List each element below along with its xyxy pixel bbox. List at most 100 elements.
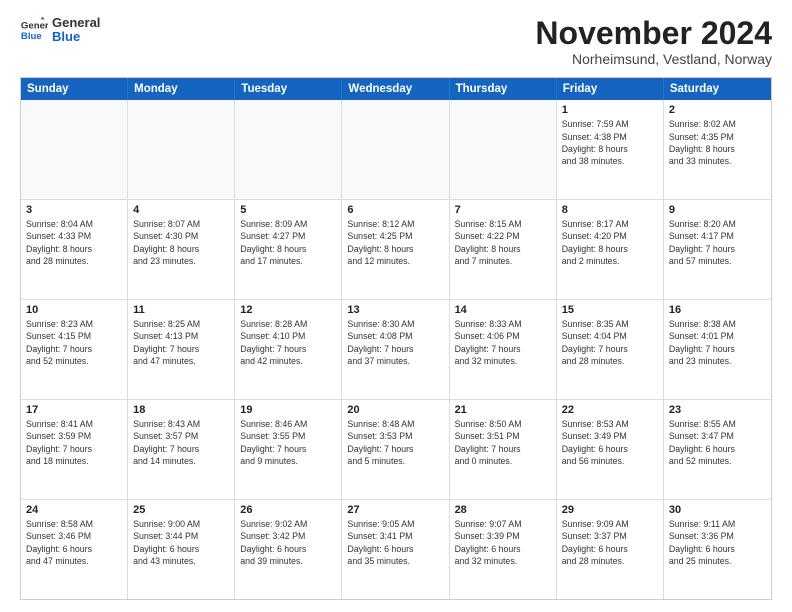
day-number: 2 xyxy=(669,104,766,116)
cell-line: Daylight: 7 hours xyxy=(562,343,658,355)
day-number: 28 xyxy=(455,504,551,516)
cell-line: Daylight: 8 hours xyxy=(455,243,551,255)
cell-line: and 23 minutes. xyxy=(669,355,766,367)
cell-line: Sunrise: 8:55 AM xyxy=(669,418,766,430)
day-number: 4 xyxy=(133,204,229,216)
weekday-header-friday: Friday xyxy=(557,78,664,100)
cal-cell-28: 28Sunrise: 9:07 AMSunset: 3:39 PMDayligh… xyxy=(450,500,557,599)
cell-line: Sunset: 4:25 PM xyxy=(347,230,443,242)
cal-cell-24: 24Sunrise: 8:58 AMSunset: 3:46 PMDayligh… xyxy=(21,500,128,599)
day-number: 6 xyxy=(347,204,443,216)
cal-cell-3: 3Sunrise: 8:04 AMSunset: 4:33 PMDaylight… xyxy=(21,200,128,299)
cell-line: Sunset: 3:59 PM xyxy=(26,430,122,442)
weekday-header-saturday: Saturday xyxy=(664,78,771,100)
day-number: 24 xyxy=(26,504,122,516)
logo-blue: Blue xyxy=(52,30,100,44)
cell-line: Daylight: 8 hours xyxy=(26,243,122,255)
cell-line: Daylight: 6 hours xyxy=(669,443,766,455)
cell-line: Sunset: 4:33 PM xyxy=(26,230,122,242)
cal-cell-20: 20Sunrise: 8:48 AMSunset: 3:53 PMDayligh… xyxy=(342,400,449,499)
cell-line: and 25 minutes. xyxy=(669,555,766,567)
day-number: 9 xyxy=(669,204,766,216)
cell-line: Sunset: 4:04 PM xyxy=(562,330,658,342)
logo-icon: General Blue xyxy=(20,16,48,44)
logo-text: General Blue xyxy=(52,16,100,45)
calendar-body: 1Sunrise: 7:59 AMSunset: 4:38 PMDaylight… xyxy=(21,100,771,599)
cell-line: Sunrise: 8:53 AM xyxy=(562,418,658,430)
cell-line: Sunrise: 9:11 AM xyxy=(669,518,766,530)
week-row-3: 10Sunrise: 8:23 AMSunset: 4:15 PMDayligh… xyxy=(21,300,771,400)
cal-cell-empty-0-3 xyxy=(342,100,449,199)
cell-line: and 14 minutes. xyxy=(133,455,229,467)
cell-line: Sunrise: 8:33 AM xyxy=(455,318,551,330)
cell-line: and 37 minutes. xyxy=(347,355,443,367)
calendar: SundayMondayTuesdayWednesdayThursdayFrid… xyxy=(20,77,772,600)
cal-cell-empty-0-4 xyxy=(450,100,557,199)
day-number: 5 xyxy=(240,204,336,216)
cal-cell-29: 29Sunrise: 9:09 AMSunset: 3:37 PMDayligh… xyxy=(557,500,664,599)
cell-line: Sunset: 3:55 PM xyxy=(240,430,336,442)
cell-line: Sunrise: 8:50 AM xyxy=(455,418,551,430)
cell-line: Sunrise: 8:35 AM xyxy=(562,318,658,330)
month-year: November 2024 xyxy=(535,16,772,51)
cell-line: Sunrise: 8:48 AM xyxy=(347,418,443,430)
cell-line: and 2 minutes. xyxy=(562,255,658,267)
day-number: 29 xyxy=(562,504,658,516)
day-number: 26 xyxy=(240,504,336,516)
calendar-header: SundayMondayTuesdayWednesdayThursdayFrid… xyxy=(21,78,771,100)
logo-general: General xyxy=(52,16,100,30)
cell-line: Sunset: 4:30 PM xyxy=(133,230,229,242)
cell-line: Sunrise: 8:15 AM xyxy=(455,218,551,230)
weekday-header-thursday: Thursday xyxy=(450,78,557,100)
cal-cell-1: 1Sunrise: 7:59 AMSunset: 4:38 PMDaylight… xyxy=(557,100,664,199)
cell-line: and 5 minutes. xyxy=(347,455,443,467)
day-number: 7 xyxy=(455,204,551,216)
weekday-header-tuesday: Tuesday xyxy=(235,78,342,100)
cell-line: Sunrise: 8:30 AM xyxy=(347,318,443,330)
cal-cell-empty-0-2 xyxy=(235,100,342,199)
cell-line: Sunset: 4:38 PM xyxy=(562,131,658,143)
logo: General Blue General Blue xyxy=(20,16,100,45)
cell-line: Sunset: 3:37 PM xyxy=(562,530,658,542)
cell-line: Daylight: 7 hours xyxy=(347,443,443,455)
cell-line: Sunset: 3:41 PM xyxy=(347,530,443,542)
cell-line: Daylight: 8 hours xyxy=(669,143,766,155)
cell-line: and 56 minutes. xyxy=(562,455,658,467)
cell-line: Sunset: 3:53 PM xyxy=(347,430,443,442)
cell-line: and 28 minutes. xyxy=(26,255,122,267)
cell-line: Sunset: 3:47 PM xyxy=(669,430,766,442)
cal-cell-30: 30Sunrise: 9:11 AMSunset: 3:36 PMDayligh… xyxy=(664,500,771,599)
cell-line: Sunrise: 8:02 AM xyxy=(669,118,766,130)
cell-line: and 0 minutes. xyxy=(455,455,551,467)
cell-line: Daylight: 8 hours xyxy=(562,243,658,255)
cal-cell-25: 25Sunrise: 9:00 AMSunset: 3:44 PMDayligh… xyxy=(128,500,235,599)
cell-line: Sunset: 3:49 PM xyxy=(562,430,658,442)
cal-cell-23: 23Sunrise: 8:55 AMSunset: 3:47 PMDayligh… xyxy=(664,400,771,499)
cal-cell-2: 2Sunrise: 8:02 AMSunset: 4:35 PMDaylight… xyxy=(664,100,771,199)
cell-line: Sunrise: 8:23 AM xyxy=(26,318,122,330)
cell-line: Sunrise: 8:20 AM xyxy=(669,218,766,230)
cell-line: Daylight: 7 hours xyxy=(347,343,443,355)
cell-line: and 32 minutes. xyxy=(455,555,551,567)
cell-line: Daylight: 6 hours xyxy=(133,543,229,555)
cell-line: Sunset: 3:51 PM xyxy=(455,430,551,442)
day-number: 30 xyxy=(669,504,766,516)
cal-cell-10: 10Sunrise: 8:23 AMSunset: 4:15 PMDayligh… xyxy=(21,300,128,399)
cal-cell-17: 17Sunrise: 8:41 AMSunset: 3:59 PMDayligh… xyxy=(21,400,128,499)
title-block: November 2024 Norheimsund, Vestland, Nor… xyxy=(535,16,772,67)
cal-cell-15: 15Sunrise: 8:35 AMSunset: 4:04 PMDayligh… xyxy=(557,300,664,399)
cell-line: Daylight: 7 hours xyxy=(669,243,766,255)
cell-line: and 12 minutes. xyxy=(347,255,443,267)
cell-line: Daylight: 7 hours xyxy=(240,343,336,355)
svg-text:General: General xyxy=(21,21,48,32)
cell-line: and 18 minutes. xyxy=(26,455,122,467)
header: General Blue General Blue November 2024 … xyxy=(20,16,772,67)
cal-cell-16: 16Sunrise: 8:38 AMSunset: 4:01 PMDayligh… xyxy=(664,300,771,399)
cell-line: and 7 minutes. xyxy=(455,255,551,267)
weekday-header-sunday: Sunday xyxy=(21,78,128,100)
cell-line: Sunrise: 8:12 AM xyxy=(347,218,443,230)
cell-line: and 42 minutes. xyxy=(240,355,336,367)
cell-line: Sunrise: 8:28 AM xyxy=(240,318,336,330)
cell-line: Daylight: 6 hours xyxy=(240,543,336,555)
cell-line: Sunset: 3:36 PM xyxy=(669,530,766,542)
